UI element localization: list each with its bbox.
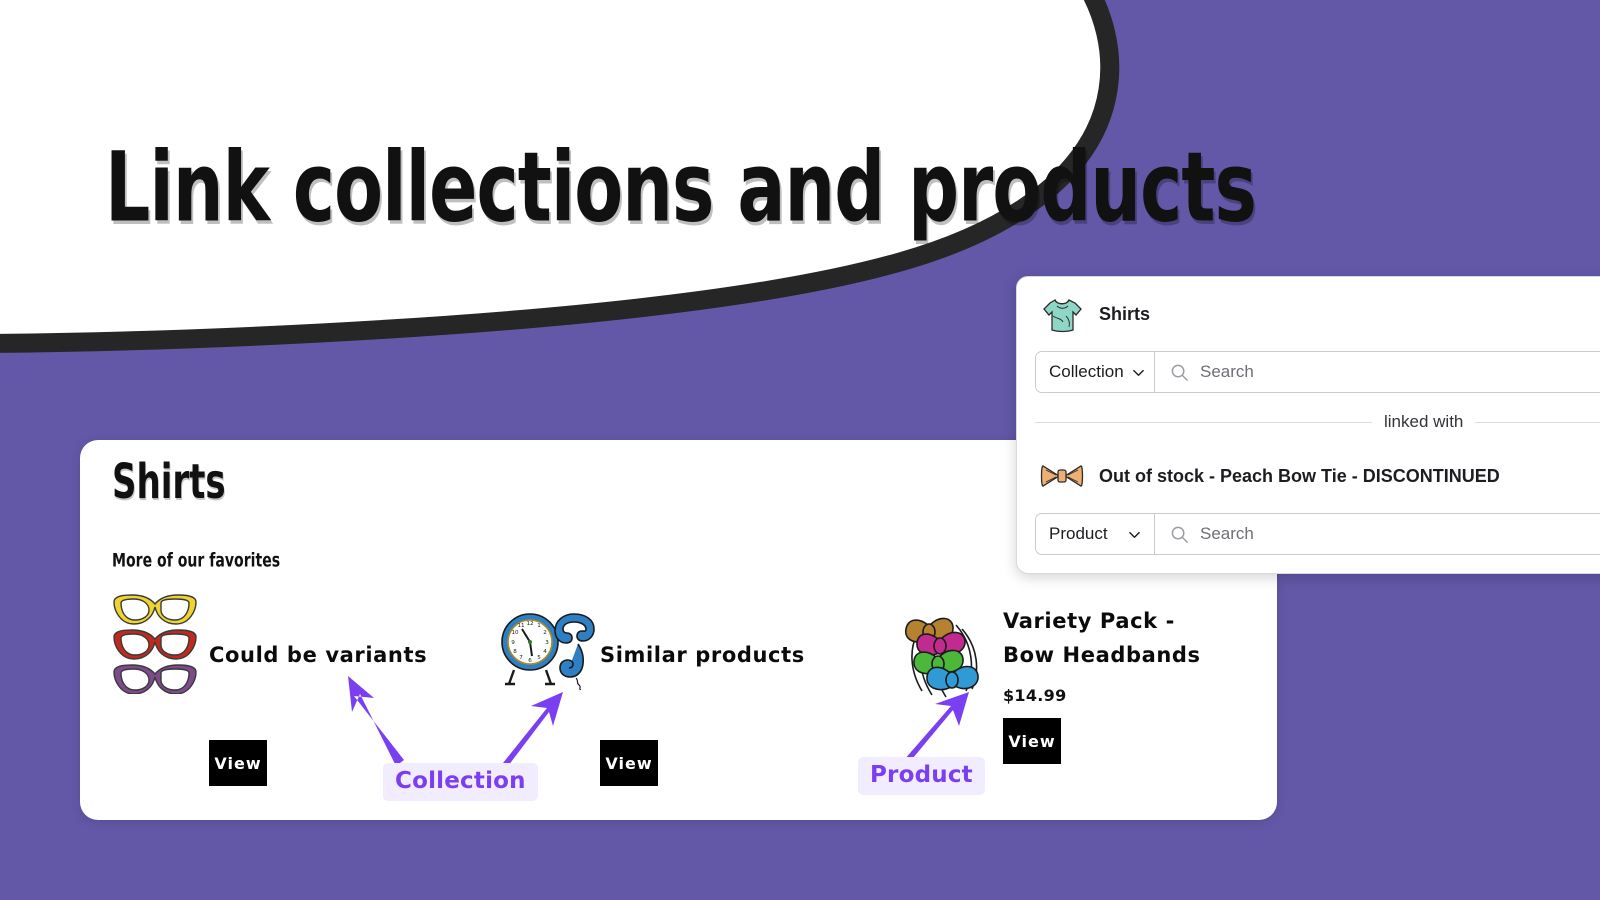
search-icon (1170, 525, 1189, 544)
svg-text:6: 6 (528, 658, 532, 664)
collection-type-select[interactable]: Collection (1036, 352, 1155, 392)
svg-text:9: 9 (511, 640, 515, 646)
linked-with-divider: linked with (1035, 412, 1600, 432)
view-button-variety-pack[interactable]: View (1003, 718, 1061, 764)
collection-search-input[interactable] (1200, 362, 1600, 382)
panel-product-title: Out of stock - Peach Bow Tie - DISCONTIN… (1099, 465, 1500, 486)
svg-text:2: 2 (543, 630, 547, 636)
divider-rule-left (1035, 421, 1372, 423)
page-title: Link collections and products (105, 132, 1257, 245)
svg-text:11: 11 (517, 623, 525, 629)
panel-collection-item[interactable]: Shirts (1039, 291, 1150, 337)
badge-product: Product (858, 757, 985, 795)
bowtie-icon (1039, 453, 1085, 499)
tile-label: Could be variants (209, 643, 428, 667)
chevron-down-icon (1132, 366, 1145, 379)
tile-price: $14.99 (1003, 686, 1067, 705)
svg-text:12: 12 (526, 621, 533, 627)
glasses-stack-icon (112, 590, 198, 694)
product-search-input[interactable] (1200, 524, 1600, 544)
divider-rule-right (1475, 421, 1600, 423)
collection-search-row: Collection (1035, 351, 1600, 393)
linked-with-label: linked with (1384, 412, 1464, 431)
screen-root: Link collections and products Shirts Mor… (0, 0, 1600, 900)
badge-collection: Collection (383, 763, 538, 801)
svg-text:5: 5 (537, 655, 541, 661)
card-heading: Shirts (112, 453, 226, 510)
bow-headbands-icon (890, 595, 995, 703)
svg-text:3: 3 (545, 640, 549, 646)
svg-text:10: 10 (511, 630, 519, 636)
tile-label: Similar products (600, 643, 805, 667)
product-type-select[interactable]: Product (1036, 514, 1155, 554)
svg-text:8: 8 (513, 649, 517, 655)
svg-text:7: 7 (519, 655, 523, 661)
tile-similar-products: 12 1 2 345 678 9 10 11 Similar products Vi (500, 590, 830, 800)
svg-text:1: 1 (537, 623, 541, 629)
view-button-similar-products[interactable]: View (600, 740, 658, 786)
panel-product-item[interactable]: Out of stock - Peach Bow Tie - DISCONTIN… (1039, 453, 1500, 499)
view-button-could-be-variants[interactable]: View (209, 740, 267, 786)
svg-text:4: 4 (543, 649, 547, 655)
tile-label: Variety Pack - Bow Headbands (1003, 609, 1201, 668)
product-type-label: Product (1049, 524, 1108, 543)
card-subheading: More of our favorites (112, 549, 281, 572)
chevron-down-icon (1128, 528, 1141, 541)
panel-collection-title: Shirts (1099, 303, 1151, 324)
tshirt-icon (1039, 291, 1085, 337)
link-panel: Shirts Collection Search linked with Out… (1016, 276, 1600, 574)
product-search-row: Product (1035, 513, 1600, 555)
collection-search-field[interactable] (1155, 352, 1600, 392)
clock-phone-icon: 12 1 2 345 678 9 10 11 (500, 598, 600, 690)
search-icon (1170, 363, 1189, 382)
product-search-field[interactable] (1155, 514, 1600, 554)
collection-type-label: Collection (1049, 362, 1124, 381)
